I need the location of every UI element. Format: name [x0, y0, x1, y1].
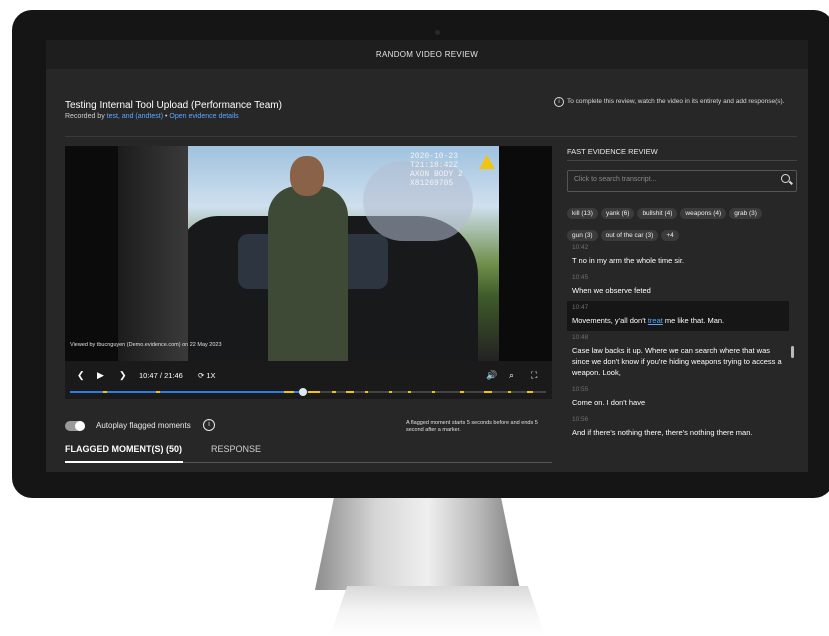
segment-time: 10:48 [572, 334, 589, 341]
highlighted-word[interactable]: treat [648, 316, 663, 325]
scene-door [118, 146, 188, 361]
keyword-chips: kill (13) yank (6) bullshit (4) weapons (4)… [567, 202, 795, 246]
toggle-knob [75, 421, 85, 431]
autoplay-label: Autoplay flagged moments [96, 421, 191, 430]
panel-divider [567, 160, 797, 161]
flagged-marker[interactable] [331, 391, 336, 393]
flagged-marker[interactable] [431, 391, 435, 393]
flagged-marker[interactable] [308, 391, 320, 393]
monitor-base [330, 586, 545, 636]
flagged-marker[interactable] [484, 391, 493, 393]
flagged-marker[interactable] [460, 391, 465, 393]
transcript-segment[interactable]: 10:56 And if there's nothing there, there… [567, 413, 789, 443]
flagged-marker[interactable] [284, 391, 295, 393]
progress-knob[interactable] [299, 388, 308, 396]
flagged-marker[interactable] [407, 391, 411, 393]
keyword-chip[interactable]: gun (3) [567, 230, 598, 241]
flagged-marker[interactable] [155, 391, 160, 393]
segment-time: 10:55 [572, 386, 589, 393]
segment-text: Come on. I don't have [572, 398, 646, 407]
segment-time: 10:42 [572, 244, 589, 251]
keyword-chip[interactable]: bullshit (4) [637, 208, 678, 219]
next-icon[interactable]: ❯ [119, 370, 127, 381]
tab-flagged-moments[interactable]: FLAGGED MOMENT(S) (50) [65, 444, 182, 454]
transcript-scrollbar[interactable] [791, 346, 794, 358]
webcam [435, 30, 440, 35]
search-placeholder: Click to search transcript... [574, 176, 657, 183]
segment-text: T no in my arm the whole time sir. [572, 256, 684, 265]
keyword-chip[interactable]: out of the car (3) [600, 230, 659, 241]
video-frame[interactable]: 2020-10-23 T21:18:42Z AXON BODY 2 X81269… [118, 146, 499, 361]
keyword-chip[interactable]: weapons (4) [680, 208, 727, 219]
duration: 21:46 [164, 371, 183, 380]
panel-title: FAST EVIDENCE REVIEW [567, 147, 658, 156]
flagged-marker[interactable] [103, 391, 108, 393]
case-subtitle: Recorded by test, and (andtest) • Open e… [65, 113, 239, 120]
time-display: 10:47 / 21:46 [139, 371, 183, 380]
flagged-marker[interactable] [365, 391, 369, 393]
page-title: RANDOM VIDEO REVIEW [375, 50, 479, 59]
info-icon: i [554, 97, 564, 107]
transcript-list[interactable]: 10:42 T no in my arm the whole time sir. 1… [567, 241, 789, 472]
scene-person-head [290, 156, 324, 196]
transcript-segment[interactable]: 10:47 Movements, y'all don't treat me lik… [567, 301, 789, 331]
transcript-segment[interactable]: 10:48 Case law backs it up. Where we can … [567, 331, 789, 383]
page-header: RANDOM VIDEO REVIEW [46, 40, 808, 69]
flagged-marker[interactable] [526, 391, 533, 393]
app-screen: RANDOM VIDEO REVIEW Testing Internal Too… [46, 40, 808, 472]
recorded-prefix: Recorded by [65, 113, 107, 120]
viewer-watermark: Viewed by tbucnguyen (Demo.evidence.com)… [70, 342, 222, 348]
active-tab-indicator [65, 461, 183, 463]
keyword-chip[interactable]: +4 [661, 230, 679, 241]
warning-icon [479, 155, 495, 169]
fullscreen-icon[interactable]: ⛶ [531, 370, 537, 381]
segment-time: 10:47 [572, 304, 589, 311]
transcript-search-input[interactable]: Click to search transcript... [567, 170, 797, 192]
segment-text: When we observe feted [572, 286, 651, 295]
segment-text: Case law backs it up. Where we can searc… [572, 346, 782, 377]
transcript-segment[interactable]: 10:55 Come on. I don't have [567, 383, 789, 413]
speed-value: 1X [206, 371, 216, 380]
zoom-icon[interactable]: ⌕ [509, 370, 514, 381]
volume-icon[interactable]: 🔊 [486, 370, 497, 381]
prev-icon[interactable]: ❮ [77, 370, 85, 381]
tab-response[interactable]: RESPONSE [211, 444, 261, 454]
segment-text-after: me like that. Man. [662, 316, 725, 325]
speed-icon: ⟳ [198, 371, 205, 380]
segment-time: 10:45 [572, 274, 589, 281]
instructions-text: To complete this review, watch the video… [567, 98, 785, 105]
segment-text-before: Movements, y'all don't [572, 316, 648, 325]
open-evidence-details-link[interactable]: Open evidence details [169, 113, 238, 120]
flagged-marker[interactable] [388, 391, 392, 393]
case-title: Testing Internal Tool Upload (Performanc… [65, 100, 282, 111]
keyword-chip[interactable]: kill (13) [567, 208, 598, 219]
autoplay-toggle[interactable] [65, 421, 85, 431]
keyword-chip[interactable]: yank (6) [600, 208, 635, 219]
divider [65, 136, 797, 137]
flag-note: A flagged moment starts 5 seconds before… [406, 420, 538, 433]
video-player[interactable]: 2020-10-23 T21:18:42Z AXON BODY 2 X81269… [65, 146, 552, 361]
current-time: 10:47 [139, 371, 158, 380]
recorded-by-link[interactable]: test, and (andtest) [107, 113, 163, 120]
transcript-segment[interactable]: 10:42 T no in my arm the whole time sir. [567, 241, 789, 271]
segment-time: 10:56 [572, 416, 589, 423]
play-icon[interactable]: ▶ [97, 370, 104, 381]
flagged-marker[interactable] [346, 391, 355, 393]
progress-track[interactable] [70, 388, 546, 396]
search-icon[interactable] [781, 174, 790, 183]
time-separator: / [159, 371, 162, 380]
timestamp-device: AXON BODY 2 X81269705 [410, 170, 463, 188]
segment-text: And if there's nothing there, there's no… [572, 428, 753, 437]
transcript-segment[interactable]: 10:45 When we observe feted [567, 271, 789, 301]
video-controls: ❮ ▶ ❯ 10:47 / 21:46 ⟳ 1X 🔊 ⌕ ⛶ [65, 361, 552, 399]
flagged-marker[interactable] [507, 391, 511, 393]
help-icon[interactable]: i [203, 419, 215, 431]
review-instructions: i To complete this review, watch the vid… [554, 97, 792, 107]
segment-text: Movements, y'all don't treat me like tha… [572, 315, 784, 326]
keyword-chip[interactable]: grab (3) [729, 208, 762, 219]
speed-button[interactable]: ⟳ 1X [198, 371, 216, 380]
scene-person [268, 186, 348, 361]
